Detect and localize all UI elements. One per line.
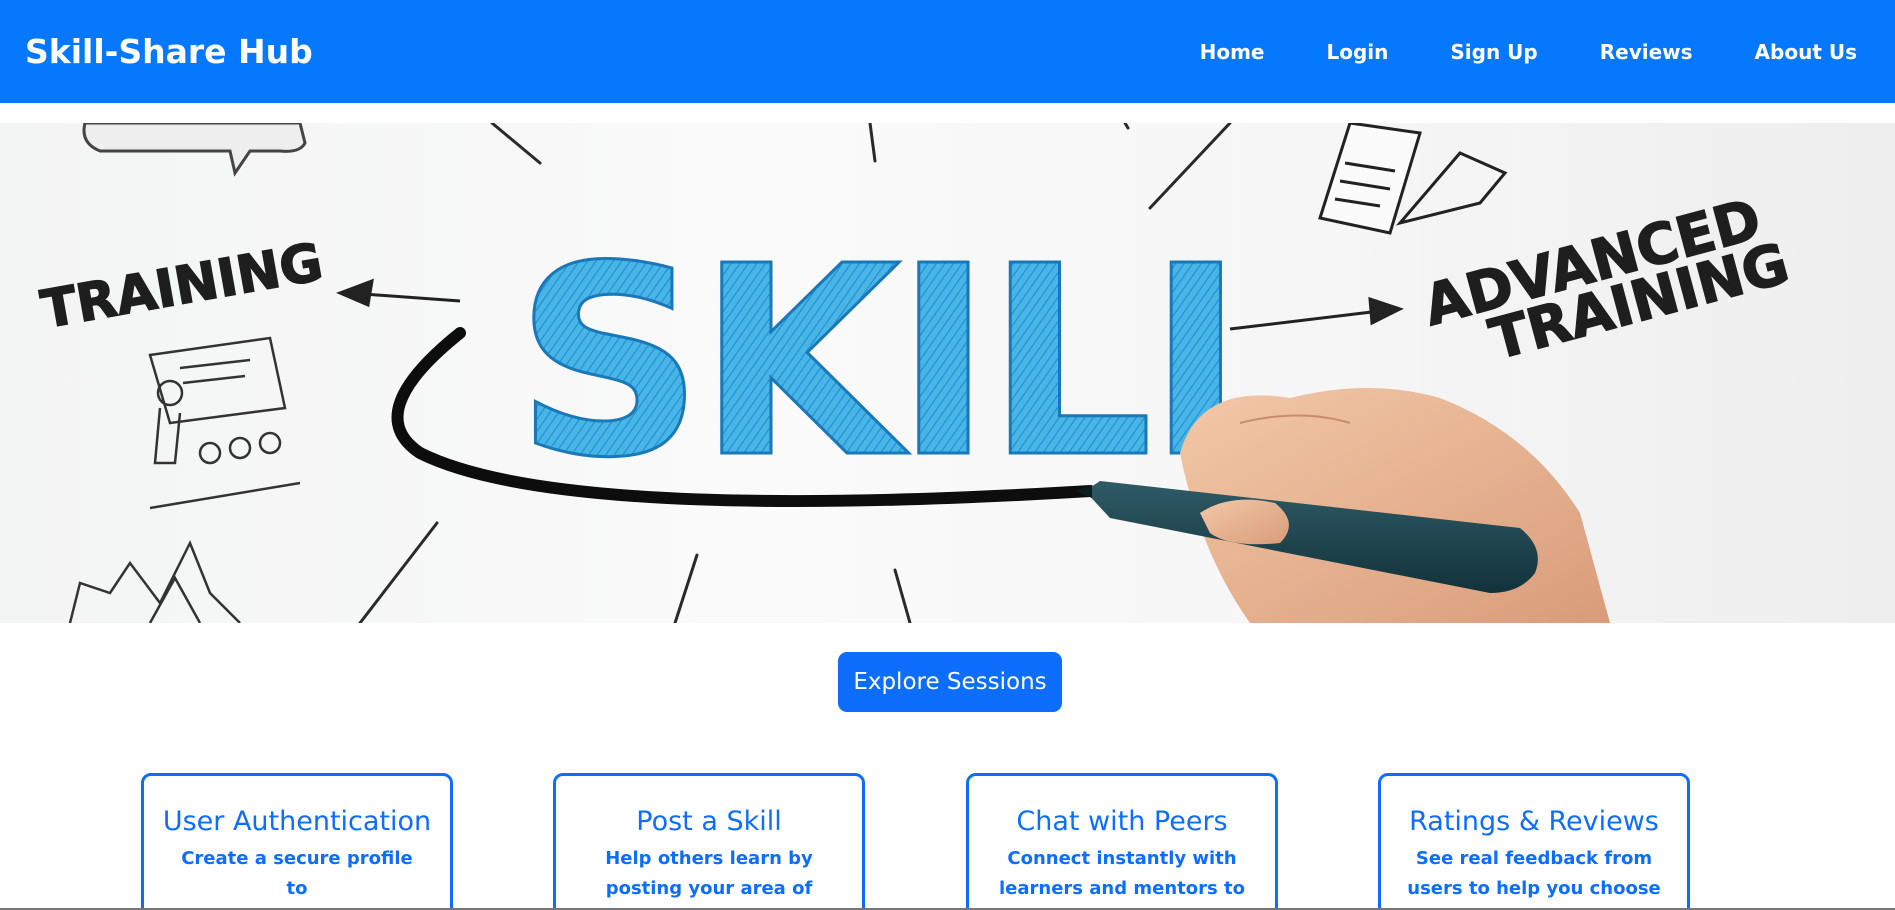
speech-bubble-sketch [82, 123, 307, 177]
nav-links: Home Login Sign Up Reviews About Us [1138, 40, 1857, 64]
nav-link-home[interactable]: Home [1200, 40, 1265, 64]
nav-link-about[interactable]: About Us [1755, 40, 1857, 64]
feature-card-text: Create a secure profile to [181, 848, 413, 899]
feature-card-text: See real feedback from users to help you… [1407, 848, 1661, 899]
feature-card-reviews[interactable]: Ratings & Reviews See real feedback from… [1378, 773, 1690, 910]
notepad-sketch [1318, 123, 1508, 235]
feature-card-title: User Authentication [162, 806, 432, 837]
classroom-sketch [148, 336, 301, 510]
nav-link-signup[interactable]: Sign Up [1450, 40, 1537, 64]
feature-card-post-skill[interactable]: Post a Skill Help others learn by postin… [553, 773, 865, 910]
nav-link-login[interactable]: Login [1326, 40, 1388, 64]
feature-card-authentication[interactable]: User Authentication Create a secure prof… [141, 773, 453, 910]
hero-word-training: TRAINING [37, 232, 327, 340]
arrow-left-icon [335, 278, 461, 308]
feature-card-chat[interactable]: Chat with Peers Connect instantly with l… [966, 773, 1278, 910]
feature-card-text: Connect instantly with learners and ment… [999, 848, 1245, 899]
feature-card-title: Chat with Peers [1016, 806, 1228, 837]
nav-link-reviews[interactable]: Reviews [1600, 40, 1693, 64]
hero-word-advanced: ADVANCED TRAINING [1416, 186, 1796, 374]
hero-image: TRAINING SKILL ADVANCED TRAINING [0, 123, 1895, 623]
hero-illustration: TRAINING SKILL ADVANCED TRAINING [36, 123, 1796, 623]
feature-card-title: Post a Skill [636, 806, 782, 837]
feature-card-title: Ratings & Reviews [1409, 806, 1659, 837]
site-brand[interactable]: Skill-Share Hub [25, 32, 313, 71]
navbar: Skill-Share Hub Home Login Sign Up Revie… [0, 0, 1895, 103]
explore-sessions-button[interactable]: Explore Sessions [838, 652, 1062, 712]
hands-sketch [68, 539, 241, 623]
feature-card-text: Help others learn by posting your area o… [605, 848, 813, 899]
